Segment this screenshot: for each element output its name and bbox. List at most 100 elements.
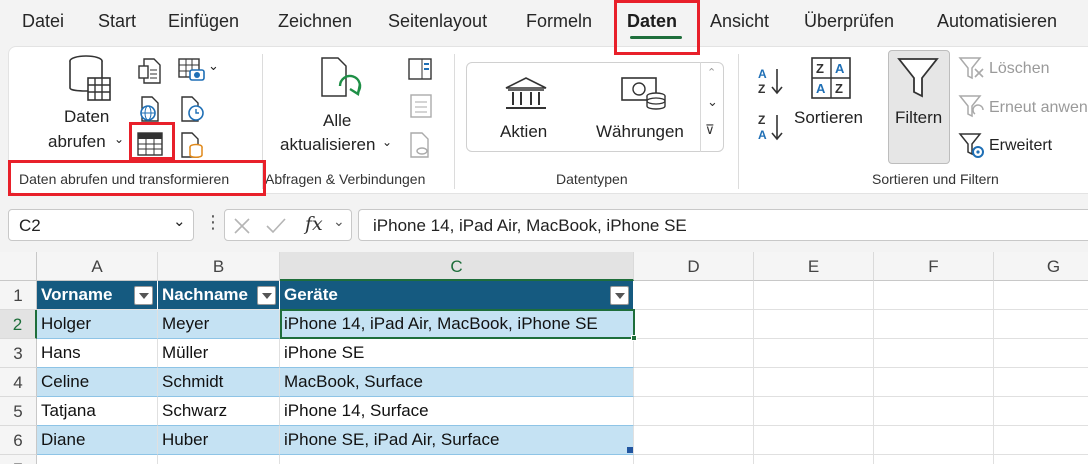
from-picture-icon[interactable] <box>178 58 206 82</box>
tab-einfuegen[interactable]: Einfügen <box>168 11 239 32</box>
select-all-corner[interactable] <box>0 252 37 281</box>
sort-dialog-icon[interactable]: Z A A Z <box>810 56 852 100</box>
column-header-d[interactable]: D <box>634 252 754 281</box>
table-cell[interactable]: iPhone 14, Surface <box>280 397 634 426</box>
chevron-up-icon[interactable]: ⌃ <box>707 66 716 79</box>
recent-sources-icon[interactable] <box>180 96 206 122</box>
from-web-icon[interactable] <box>138 96 164 122</box>
tab-datei[interactable]: Datei <box>22 11 64 32</box>
table-cell[interactable]: Holger <box>37 310 158 339</box>
row-header-6[interactable]: 6 <box>0 426 37 455</box>
reapply-label: Erneut anwen <box>989 99 1088 116</box>
column-header-e[interactable]: E <box>754 252 874 281</box>
from-text-csv-icon[interactable] <box>138 58 162 84</box>
table-cell[interactable]: Tatjana <box>37 397 158 426</box>
tab-formeln[interactable]: Formeln <box>526 11 592 32</box>
row-header-5[interactable]: 5 <box>0 397 37 426</box>
table-cell[interactable]: iPhone 14, iPad Air, MacBook, iPhone SE <box>280 310 634 339</box>
filter-dropdown-icon[interactable] <box>134 286 153 305</box>
column-header-b[interactable]: B <box>158 252 280 281</box>
table-cell[interactable]: Meyer <box>158 310 280 339</box>
sort-label[interactable]: Sortieren <box>794 108 863 128</box>
fill-handle[interactable] <box>631 335 637 341</box>
table-cell[interactable]: Schwarz <box>158 397 280 426</box>
formula-tools: fx ⌄ <box>224 209 352 241</box>
chevron-down-icon[interactable]: ⌄ <box>707 94 718 110</box>
advanced-label[interactable]: Erweitert <box>989 137 1052 155</box>
table-cell[interactable]: iPhone SE, iPad Air, Surface <box>280 426 634 455</box>
existing-connections-icon[interactable] <box>180 132 204 158</box>
sort-za-icon[interactable]: Z A <box>756 112 784 142</box>
row-header-3[interactable]: 3 <box>0 339 37 368</box>
formula-text[interactable]: iPhone 14, iPad Air, MacBook, iPhone SE <box>373 216 687 236</box>
chevron-down-icon[interactable]: ⌄ <box>333 213 345 230</box>
sort-az-icon[interactable]: A Z <box>756 66 784 96</box>
group-label-get-transform: Daten abrufen und transformieren <box>19 171 230 187</box>
table-header-cell[interactable]: Geräte <box>280 281 634 310</box>
currency-icon[interactable] <box>620 76 668 112</box>
confirm-icon[interactable] <box>265 217 287 235</box>
svg-text:A: A <box>835 61 845 76</box>
ribbon-separator <box>738 54 739 189</box>
filter-dropdown-icon[interactable] <box>257 286 276 305</box>
table-header-cell[interactable]: Vorname <box>37 281 158 310</box>
gallery-expand-icon[interactable]: ⊽ <box>705 122 715 138</box>
table-cell[interactable]: Schmidt <box>158 368 280 397</box>
filter-dropdown-icon[interactable] <box>610 286 629 305</box>
table-cell[interactable]: Diane <box>37 426 158 455</box>
tab-zeichnen[interactable]: Zeichnen <box>278 11 352 32</box>
column-header-g[interactable]: G <box>994 252 1088 281</box>
table-cell[interactable]: Huber <box>158 426 280 455</box>
tab-automatisieren[interactable]: Automatisieren <box>937 11 1057 32</box>
column-header-c[interactable]: C <box>280 252 634 281</box>
stocks-label[interactable]: Aktien <box>500 122 547 142</box>
tab-seitenlayout[interactable]: Seitenlayout <box>388 11 487 32</box>
more-options-icon[interactable]: ⋮ <box>204 212 222 233</box>
formula-input[interactable]: iPhone 14, iPad Air, MacBook, iPhone SE <box>358 209 1088 241</box>
column-header-a[interactable]: A <box>37 252 158 281</box>
database-icon[interactable] <box>66 54 112 102</box>
tab-ueberpruefen[interactable]: Überprüfen <box>804 11 894 32</box>
empty-cell[interactable] <box>158 455 280 464</box>
currencies-label[interactable]: Währungen <box>596 122 684 142</box>
refresh-all-label-2[interactable]: aktualisieren <box>280 135 375 155</box>
picture-dropdown-icon[interactable]: ⌄ <box>208 58 219 74</box>
column-header-f[interactable]: F <box>874 252 994 281</box>
table-resize-handle[interactable] <box>627 447 633 453</box>
tab-start[interactable]: Start <box>98 11 136 32</box>
row-header-7[interactable]: 7 <box>0 455 37 464</box>
bank-icon[interactable] <box>504 76 548 112</box>
tab-daten[interactable]: Daten <box>627 11 677 32</box>
get-data-label-2[interactable]: abrufen <box>48 132 106 152</box>
name-box-value[interactable]: C2 <box>19 216 41 236</box>
table-cell[interactable]: Hans <box>37 339 158 368</box>
table-header-cell[interactable]: Nachname <box>158 281 280 310</box>
get-data-label-1[interactable]: Daten <box>64 107 109 127</box>
table-cell[interactable]: iPhone SE <box>280 339 634 368</box>
row-header-2[interactable]: 2 <box>0 310 37 339</box>
edit-links-icon[interactable] <box>410 132 432 158</box>
insert-function-icon[interactable]: fx <box>305 213 323 235</box>
empty-cell[interactable] <box>280 455 634 464</box>
refresh-all-label-1[interactable]: Alle <box>323 111 351 131</box>
filter-funnel-icon[interactable] <box>896 56 940 100</box>
chevron-down-icon[interactable]: ⌄ <box>173 212 186 230</box>
table-cell[interactable]: Müller <box>158 339 280 368</box>
from-table-range-icon[interactable] <box>137 132 163 156</box>
refresh-all-icon[interactable] <box>318 56 364 106</box>
empty-cell[interactable] <box>37 455 158 464</box>
queries-connections-icon[interactable] <box>408 58 432 80</box>
advanced-filter-icon[interactable] <box>958 132 986 160</box>
row-header-4[interactable]: 4 <box>0 368 37 397</box>
filter-label[interactable]: Filtern <box>895 108 942 128</box>
refresh-dropdown-icon[interactable]: ⌄ <box>382 135 392 149</box>
cancel-icon[interactable] <box>233 217 251 235</box>
name-box[interactable]: C2 ⌄ <box>8 209 194 241</box>
table-cell[interactable]: Celine <box>37 368 158 397</box>
table-cell[interactable]: MacBook, Surface <box>280 368 634 397</box>
row-header-1[interactable]: 1 <box>0 281 37 310</box>
get-data-dropdown-icon[interactable]: ⌄ <box>114 132 124 146</box>
tab-ansicht[interactable]: Ansicht <box>710 11 769 32</box>
svg-text:Z: Z <box>758 113 765 127</box>
properties-icon[interactable] <box>410 94 432 118</box>
